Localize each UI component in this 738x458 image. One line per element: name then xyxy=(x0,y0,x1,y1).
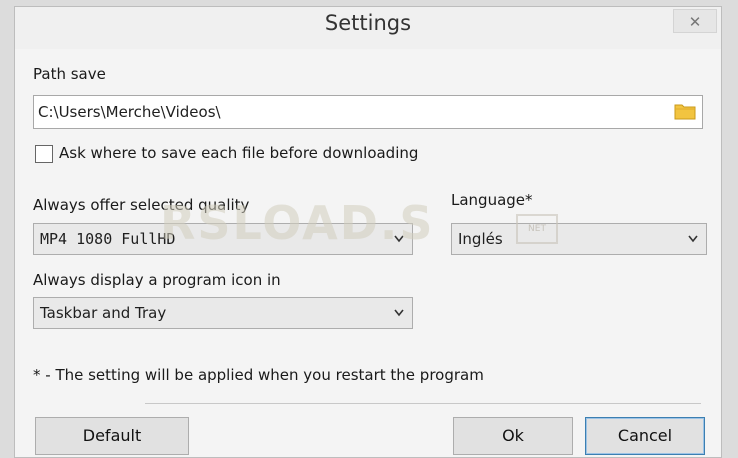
restart-note: * - The setting will be applied when you… xyxy=(33,366,484,384)
title-bar: Settings ✕ xyxy=(15,7,721,49)
chevron-down-icon xyxy=(392,298,406,338)
language-label: Language* xyxy=(451,191,533,209)
chevron-down-icon xyxy=(686,224,700,264)
close-icon: ✕ xyxy=(688,13,702,31)
ask-save-label: Ask where to save each file before downl… xyxy=(59,144,419,162)
watermark-badge: NET xyxy=(516,214,558,244)
ok-button[interactable]: Ok xyxy=(453,417,573,455)
folder-icon[interactable] xyxy=(674,102,696,120)
program-icon-value: Taskbar and Tray xyxy=(40,304,167,322)
path-save-label: Path save xyxy=(33,65,106,83)
divider xyxy=(145,403,701,404)
quality-value: MP4 1080 FullHD xyxy=(40,230,176,248)
window-title: Settings xyxy=(324,11,412,35)
default-button[interactable]: Default xyxy=(35,417,189,455)
close-button[interactable]: ✕ xyxy=(673,9,717,33)
language-select[interactable]: Inglés xyxy=(451,223,707,255)
settings-content: Path save C:\Users\Merche\Videos\ Ask wh… xyxy=(33,49,721,455)
language-value: Inglés xyxy=(458,230,503,248)
program-icon-select[interactable]: Taskbar and Tray xyxy=(33,297,413,329)
path-save-input[interactable]: C:\Users\Merche\Videos\ xyxy=(33,95,703,129)
ask-save-checkbox[interactable] xyxy=(35,145,53,163)
path-save-value: C:\Users\Merche\Videos\ xyxy=(38,103,221,121)
program-icon-label: Always display a program icon in xyxy=(33,271,281,289)
cancel-button[interactable]: Cancel xyxy=(585,417,705,455)
watermark-text: RSLOAD.S xyxy=(160,196,435,250)
